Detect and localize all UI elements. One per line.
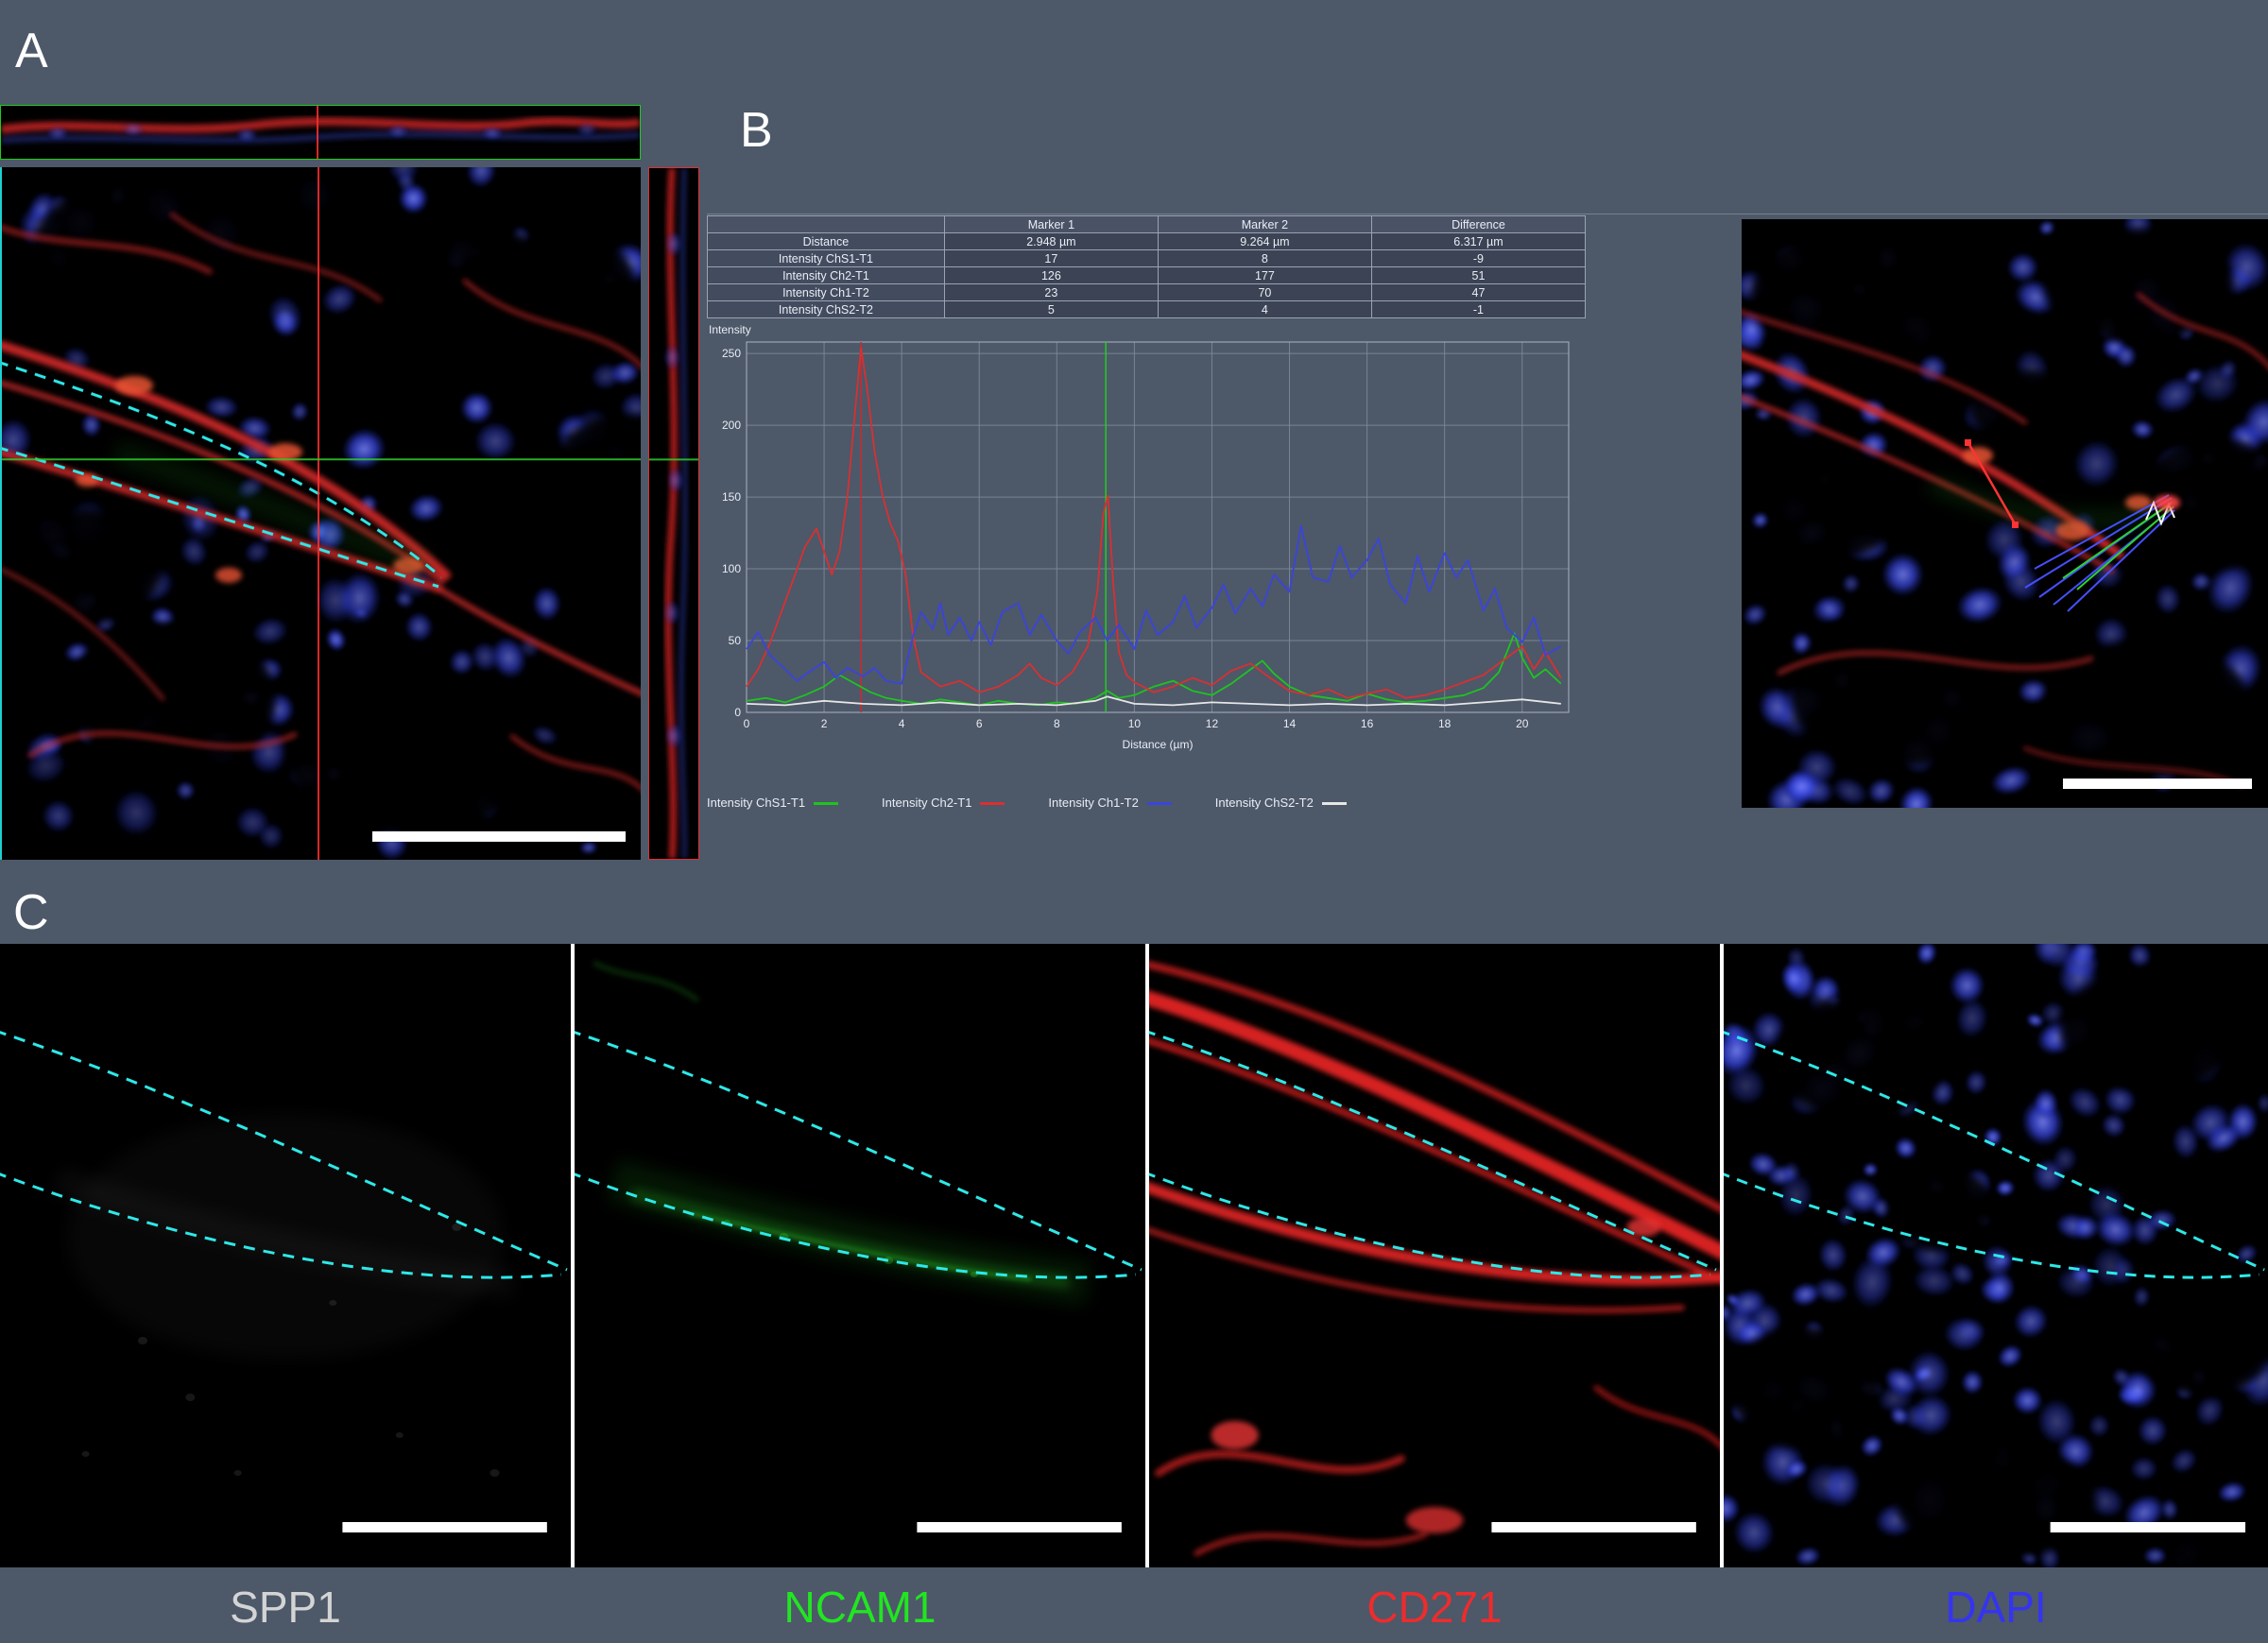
table-row: Intensity ChS2-T254-1 [708,301,1586,318]
table-row: Intensity Ch1-T2237047 [708,284,1586,301]
ortho-top-svg [1,106,640,159]
svg-text:14: 14 [1283,717,1297,730]
panel-c-label: C [13,888,49,937]
svg-text:2: 2 [821,717,828,730]
svg-text:50: 50 [729,634,742,647]
svg-text:Distance (µm): Distance (µm) [1123,738,1194,751]
channel-image-dapi [1724,944,2268,1567]
chart-legend: Intensity ChS1-T1 Intensity Ch2-T1 Intensi… [707,796,1605,810]
table-column-header [708,216,945,233]
channel-image-cd271-svg [1149,944,1720,1567]
svg-text:18: 18 [1438,717,1452,730]
scale-bar [2051,1522,2245,1532]
table-row: Distance2.948 µm9.264 µm6.317 µm [708,233,1586,250]
confocal-image-a [0,167,641,860]
measurement-table-body: Distance2.948 µm9.264 µm6.317 µmIntensit… [708,233,1586,318]
svg-text:Intensity: Intensity [709,323,751,336]
svg-text:20: 20 [1516,717,1529,730]
svg-text:12: 12 [1206,717,1219,730]
svg-text:8: 8 [1054,717,1060,730]
table-column-header: Marker 1 [944,216,1158,233]
scale-bar [2063,779,2252,789]
legend-item: Intensity ChS2-T2 [1215,796,1347,810]
panel-a-label: A [15,26,48,76]
table-column-header: Marker 2 [1158,216,1371,233]
panel-b-label: B [740,106,773,155]
svg-text:4: 4 [899,717,905,730]
legend-item: Intensity Ch2-T1 [882,796,1005,810]
confocal-image-b [1742,219,2268,808]
table-row: Intensity ChS1-T1178-9 [708,250,1586,267]
legend-item: Intensity Ch1-T2 [1048,796,1171,810]
channel-image-ncam1 [575,944,1145,1567]
channel-image-spp1-svg [0,944,571,1567]
svg-text:0: 0 [734,706,741,719]
svg-text:200: 200 [722,419,741,432]
scale-bar [342,1522,546,1532]
confocal-image-b-svg [1742,219,2268,808]
svg-text:0: 0 [744,717,750,730]
channel-image-dapi-svg [1724,944,2268,1567]
confocal-image-a-svg [2,167,641,860]
channel-image-ncam1-svg [575,944,1145,1567]
channel-image-spp1 [0,944,571,1567]
table-row: Intensity Ch2-T112617751 [708,267,1586,284]
channel-image-cd271 [1149,944,1720,1567]
svg-text:6: 6 [976,717,983,730]
scale-bar [1491,1522,1695,1532]
svg-text:250: 250 [722,347,741,360]
svg-text:10: 10 [1128,717,1142,730]
ortho-top-strip [0,105,641,160]
figure-canvas: A B C [0,0,2268,1643]
scale-bar [372,831,626,842]
svg-text:100: 100 [722,562,741,575]
ortho-right-strip [648,167,699,860]
channel-label-ncam1: NCAM1 [575,1574,1145,1640]
table-column-header: Difference [1371,216,1585,233]
intensity-profile-chart: 0 50 100 150 200 250 0 2 4 6 8 10 12 14 16 18 20 Intensit… [707,321,1586,765]
channel-label-cd271: CD271 [1149,1574,1720,1640]
ortho-right-svg [649,168,698,859]
measurement-table: Marker 1Marker 2Difference Distance2.948… [707,215,1586,318]
measurement-table-head: Marker 1Marker 2Difference [708,216,1586,233]
channel-label-dapi: DAPI [1724,1574,2268,1640]
legend-item: Intensity ChS1-T1 [707,796,838,810]
svg-text:150: 150 [722,490,741,504]
svg-text:16: 16 [1361,717,1374,730]
scale-bar [917,1522,1121,1532]
channel-label-spp1: SPP1 [0,1574,571,1640]
